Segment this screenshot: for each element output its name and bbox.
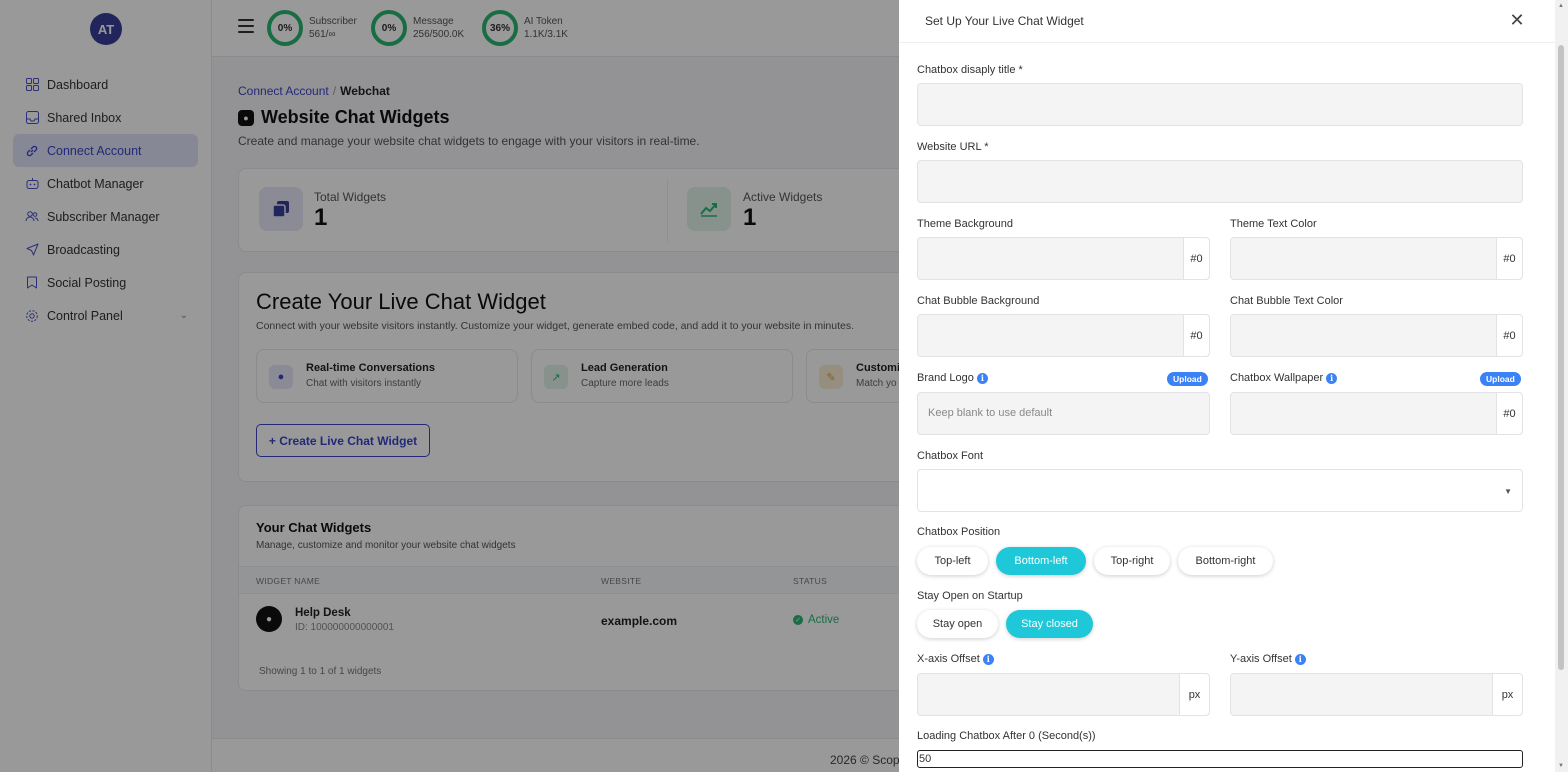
startup-label: Stay Open on Startup — [917, 590, 1023, 602]
position-label: Chatbox Position — [917, 526, 1001, 538]
theme-text-input[interactable]: #0 — [1230, 237, 1523, 280]
y-offset-label: Y-axis Offset i — [1230, 653, 1306, 665]
unit-suffix: px — [1492, 674, 1522, 715]
unit-suffix: px — [1179, 674, 1209, 715]
font-select[interactable]: ▼ — [917, 469, 1523, 512]
modal-header: Set Up Your Live Chat Widget ✕ — [899, 0, 1555, 43]
color-swatch[interactable]: #0 — [1183, 238, 1209, 279]
x-offset-label: X-axis Offset i — [917, 653, 994, 665]
modal-title: Set Up Your Live Chat Widget — [925, 14, 1084, 28]
modal-scrollbar[interactable]: ▲ ▼ — [1555, 0, 1568, 772]
color-swatch[interactable]: #0 — [1496, 393, 1522, 434]
display-title-label: Chatbox disaply title * — [917, 64, 1023, 76]
theme-bg-label: Theme Background — [917, 218, 1013, 230]
theme-text-label: Theme Text Color — [1230, 218, 1317, 230]
brand-logo-label: Brand Logo i — [917, 372, 988, 384]
info-icon[interactable]: i — [1294, 653, 1306, 665]
position-bottom-right[interactable]: Bottom-right — [1178, 547, 1273, 575]
info-icon[interactable]: i — [1326, 372, 1338, 384]
position-bottom-left[interactable]: Bottom-left — [996, 547, 1086, 575]
color-swatch[interactable]: #0 — [1496, 238, 1522, 279]
bubble-bg-label: Chat Bubble Background — [917, 295, 1040, 307]
caret-down-icon: ▼ — [1504, 487, 1512, 496]
x-offset-label-text: X-axis Offset — [917, 653, 980, 665]
stay-open-option[interactable]: Stay open — [917, 610, 998, 638]
wallpaper-upload-button[interactable]: Upload — [1480, 372, 1521, 386]
scrollbar-thumb[interactable] — [1558, 45, 1564, 670]
info-icon[interactable]: i — [982, 653, 994, 665]
wallpaper-label-text: Chatbox Wallpaper — [1230, 372, 1324, 384]
wallpaper-input[interactable]: #0 — [1230, 392, 1523, 435]
stay-closed-option[interactable]: Stay closed — [1006, 610, 1093, 638]
x-offset-input[interactable]: px — [917, 673, 1210, 716]
scroll-down-icon[interactable]: ▼ — [1558, 763, 1564, 769]
bubble-text-label: Chat Bubble Text Color — [1230, 295, 1343, 307]
loading-delay-input[interactable]: 50 — [917, 750, 1523, 768]
wallpaper-label: Chatbox Wallpaper i — [1230, 372, 1338, 384]
color-swatch[interactable]: #0 — [1496, 315, 1522, 356]
scroll-up-icon[interactable]: ▲ — [1558, 3, 1564, 9]
bubble-bg-input[interactable]: #0 — [917, 314, 1210, 357]
display-title-input[interactable] — [917, 83, 1523, 126]
bubble-text-input[interactable]: #0 — [1230, 314, 1523, 357]
setup-widget-modal: Set Up Your Live Chat Widget ✕ Chatbox d… — [899, 0, 1555, 772]
brand-logo-upload-button[interactable]: Upload — [1167, 372, 1208, 386]
y-offset-input[interactable]: px — [1230, 673, 1523, 716]
website-url-label: Website URL * — [917, 141, 989, 153]
close-icon[interactable]: ✕ — [1509, 11, 1525, 29]
theme-bg-input[interactable]: #0 — [917, 237, 1210, 280]
loading-delay-label: Loading Chatbox After 0 (Second(s)) — [917, 730, 1096, 742]
input-placeholder: Keep blank to use default — [928, 407, 1053, 419]
y-offset-label-text: Y-axis Offset — [1230, 653, 1292, 665]
info-icon[interactable]: i — [976, 372, 988, 384]
position-top-left[interactable]: Top-left — [917, 547, 988, 575]
color-swatch[interactable]: #0 — [1183, 315, 1209, 356]
brand-logo-label-text: Brand Logo — [917, 372, 974, 384]
font-label: Chatbox Font — [917, 450, 984, 462]
website-url-input[interactable] — [917, 160, 1523, 203]
brand-logo-input[interactable]: Keep blank to use default — [917, 392, 1210, 435]
position-top-right[interactable]: Top-right — [1094, 547, 1170, 575]
